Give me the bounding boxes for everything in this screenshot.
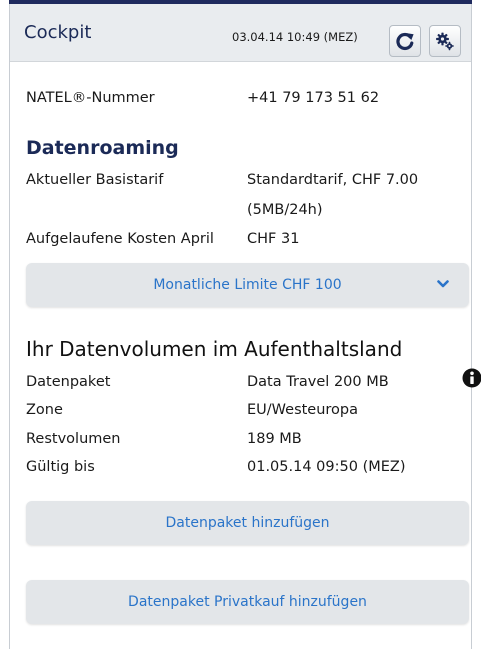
refresh-button[interactable] bbox=[389, 25, 421, 57]
monthly-limit-dropdown[interactable]: Monatliche Limite CHF 100 bbox=[26, 263, 469, 307]
chevron-down-icon bbox=[437, 280, 449, 288]
zone-label: Zone bbox=[26, 402, 63, 418]
data-package-label: Datenpaket bbox=[26, 374, 111, 390]
refresh-icon bbox=[396, 32, 414, 51]
last-updated-timestamp: 03.04.14 10:49 (MEZ) bbox=[232, 30, 358, 44]
gears-icon bbox=[436, 32, 454, 51]
section-title-data-volume: Ihr Datenvolumen im Aufenthaltsland bbox=[26, 337, 403, 361]
panel-header: Cockpit 03.04.14 10:49 (MEZ) bbox=[10, 4, 471, 62]
add-data-package-label: Datenpaket hinzufügen bbox=[165, 515, 330, 531]
cockpit-panel: Cockpit 03.04.14 10:49 (MEZ) NATEL®-Numm… bbox=[9, 4, 481, 649]
panel-title: Cockpit bbox=[24, 22, 92, 43]
info-icon[interactable] bbox=[462, 368, 481, 388]
section-title-datenroaming: Datenroaming bbox=[26, 137, 179, 159]
base-rate-value-detail: (5MB/24h) bbox=[247, 202, 323, 218]
base-rate-value: Standardtarif, CHF 7.00 bbox=[247, 172, 419, 188]
natel-number-value: +41 79 173 51 62 bbox=[247, 90, 380, 106]
data-package-value: Data Travel 200 MB bbox=[247, 374, 389, 390]
natel-number-label: NATEL®-Nummer bbox=[26, 90, 155, 106]
monthly-limit-label: Monatliche Limite CHF 100 bbox=[153, 277, 342, 293]
valid-until-label: Gültig bis bbox=[26, 459, 95, 475]
settings-button[interactable] bbox=[429, 25, 461, 57]
base-rate-label: Aktueller Basistarif bbox=[26, 172, 164, 188]
add-private-data-package-button[interactable]: Datenpaket Privatkauf hinzufügen bbox=[26, 580, 469, 624]
valid-until-value: 01.05.14 09:50 (MEZ) bbox=[247, 459, 406, 475]
remaining-volume-value: 189 MB bbox=[247, 431, 302, 447]
accrued-costs-label: Aufgelaufene Kosten April bbox=[26, 231, 214, 247]
add-data-package-button[interactable]: Datenpaket hinzufügen bbox=[26, 501, 469, 545]
zone-value: EU/Westeuropa bbox=[247, 402, 359, 418]
remaining-volume-label: Restvolumen bbox=[26, 431, 121, 447]
accrued-costs-value: CHF 31 bbox=[247, 231, 300, 247]
add-private-data-package-label: Datenpaket Privatkauf hinzufügen bbox=[128, 594, 367, 610]
